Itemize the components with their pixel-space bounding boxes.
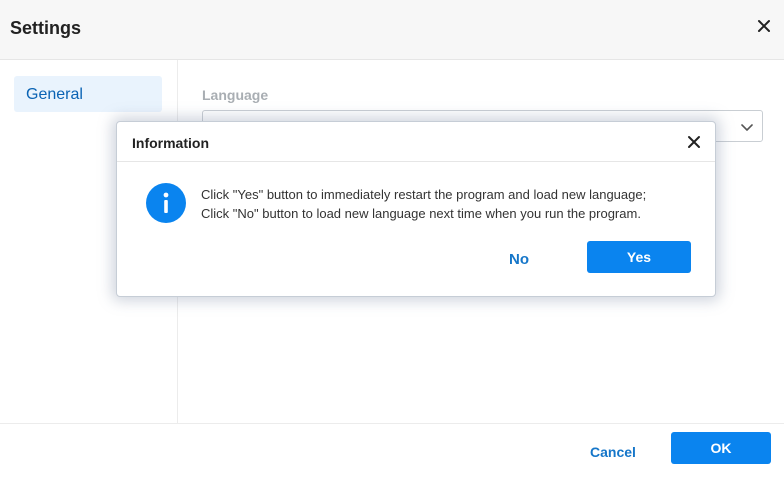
ok-button[interactable]: OK — [671, 432, 771, 464]
settings-header: Settings — [0, 0, 784, 60]
dialog-message-line: Click "No" button to load new language n… — [201, 206, 641, 221]
settings-title: Settings — [10, 18, 82, 38]
close-icon[interactable] — [756, 18, 772, 34]
sidebar-item-label: General — [26, 86, 83, 103]
info-icon — [146, 183, 186, 223]
dialog-header: Information — [117, 122, 715, 162]
information-dialog: Information Click "Yes" button to immedi… — [116, 121, 716, 297]
yes-button[interactable]: Yes — [587, 241, 691, 273]
dialog-message: Click "Yes" button to immediately restar… — [201, 185, 646, 223]
dialog-title: Information — [132, 135, 209, 151]
chevron-down-icon — [740, 120, 754, 134]
dialog-message-line: Click "Yes" button to immediately restar… — [201, 187, 647, 202]
language-label: Language — [202, 87, 269, 103]
settings-footer: Cancel OK — [0, 423, 784, 482]
dialog-close-icon[interactable] — [687, 135, 701, 149]
settings-window: Settings General Language Cancel OK Info… — [0, 0, 784, 482]
sidebar-item-general[interactable]: General — [14, 76, 162, 112]
cancel-button[interactable]: Cancel — [580, 439, 646, 465]
no-button[interactable]: No — [489, 245, 549, 275]
